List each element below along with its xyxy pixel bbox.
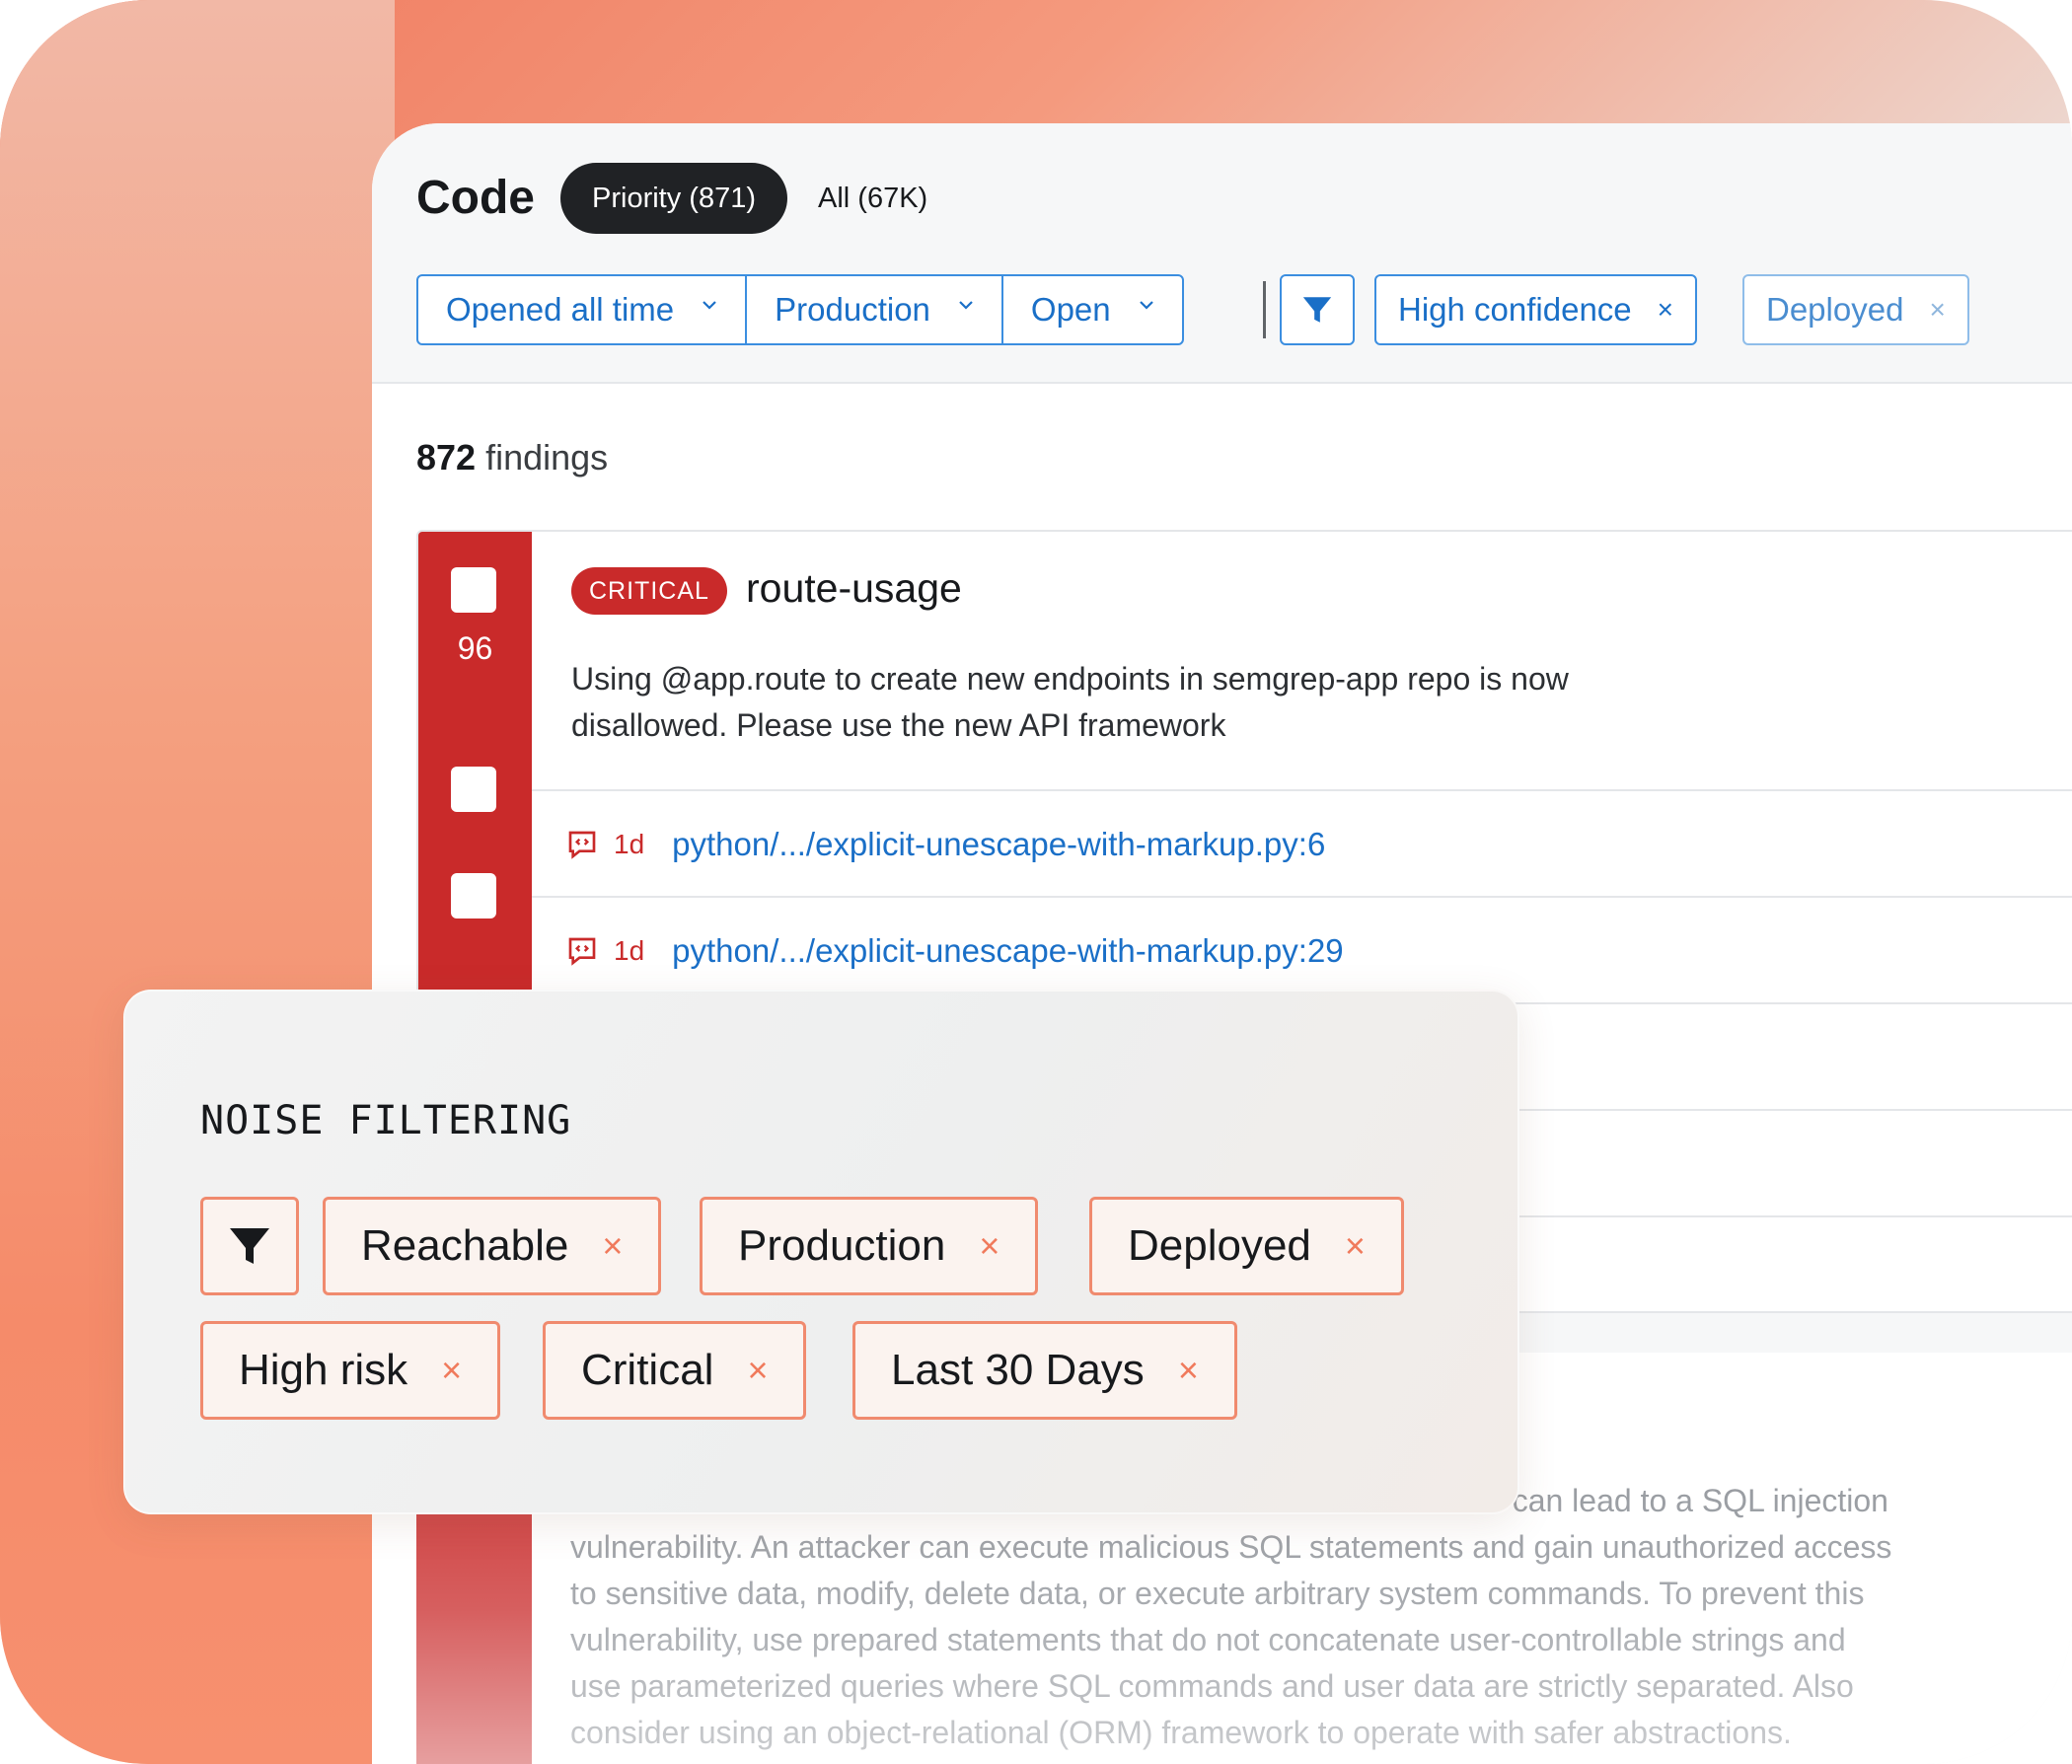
noise-filter-button[interactable] bbox=[200, 1197, 299, 1295]
finding-description: Using @app.route to create new endpoints… bbox=[571, 661, 1569, 743]
close-icon[interactable]: × bbox=[979, 1225, 999, 1267]
filter-icon bbox=[230, 1228, 269, 1264]
location-row[interactable]: 1d python/.../explicit-unescape-with-mar… bbox=[532, 789, 2072, 897]
chip-label: Last 30 Days bbox=[891, 1346, 1145, 1394]
description-line: consider using an object-relational (ORM… bbox=[570, 1715, 1792, 1750]
priority-score: 96 bbox=[457, 630, 493, 666]
description-line: to sensitive data, modify, delete data, … bbox=[570, 1576, 1865, 1611]
status-dropdown[interactable]: Open bbox=[1003, 276, 1182, 343]
chip-label: Reachable bbox=[361, 1221, 569, 1270]
file-path-link[interactable]: python/.../explicit-unescape-with-markup… bbox=[672, 932, 1344, 970]
chip-label: High confidence bbox=[1398, 291, 1632, 328]
filter-chip-high-confidence[interactable]: High confidence × bbox=[1374, 274, 1698, 345]
background-frame: Code Priority (871) All (67K) Opened all… bbox=[0, 0, 2072, 1764]
tab-priority[interactable]: Priority (871) bbox=[560, 163, 787, 234]
chip-label: Production bbox=[738, 1221, 946, 1270]
tab-all[interactable]: All (67K) bbox=[818, 163, 927, 234]
chevron-down-icon bbox=[703, 301, 716, 310]
severity-badge: CRITICAL bbox=[571, 567, 727, 615]
environment-dropdown[interactable]: Production bbox=[747, 276, 1003, 343]
toolbar-divider bbox=[1263, 281, 1266, 338]
chip-label: Deployed bbox=[1766, 291, 1904, 328]
dropdown-label: Open bbox=[1030, 291, 1111, 328]
close-icon[interactable]: × bbox=[1658, 294, 1673, 326]
noise-chip-reachable[interactable]: Reachable × bbox=[323, 1197, 662, 1295]
noise-chip-production[interactable]: Production × bbox=[700, 1197, 1039, 1295]
close-icon[interactable]: × bbox=[1178, 1350, 1199, 1391]
chevron-down-icon bbox=[959, 301, 973, 310]
noise-filtering-card: NOISE FILTERING Reachable × Production ×… bbox=[123, 990, 1519, 1514]
filter-icon bbox=[1302, 297, 1332, 323]
description-line: use parameterized queries where SQL comm… bbox=[570, 1668, 1854, 1704]
code-comment-icon bbox=[568, 831, 596, 859]
noise-chip-last-30-days[interactable]: Last 30 Days × bbox=[852, 1321, 1237, 1420]
dropdown-label: Production bbox=[775, 291, 930, 328]
second-finding-description: ch can lead to a SQL injection vulnerabi… bbox=[570, 1478, 2050, 1756]
location-checkbox[interactable] bbox=[451, 873, 496, 919]
location-row[interactable]: 1d python/.../explicit-unescape-with-mar… bbox=[532, 896, 2072, 1003]
panel-header: Code Priority (871) All (67K) Opened all… bbox=[372, 123, 2072, 384]
noise-chip-critical[interactable]: Critical × bbox=[543, 1321, 807, 1420]
description-line: vulnerability. An attacker can execute m… bbox=[570, 1529, 1892, 1565]
filter-chip-deployed[interactable]: Deployed × bbox=[1742, 274, 1969, 345]
page-title: Code bbox=[416, 172, 535, 224]
noise-filtering-title: NOISE FILTERING bbox=[200, 1098, 572, 1143]
second-severity-bar bbox=[416, 1509, 532, 1764]
finding-age: 1d bbox=[614, 934, 645, 966]
findings-count-number: 872 bbox=[416, 437, 477, 478]
opened-time-dropdown[interactable]: Opened all time bbox=[418, 276, 748, 343]
close-icon[interactable]: × bbox=[747, 1350, 768, 1391]
chip-label: Deployed bbox=[1128, 1221, 1311, 1270]
findings-count-label: findings bbox=[485, 437, 609, 478]
rule-name[interactable]: route-usage bbox=[746, 565, 962, 612]
noise-chip-deployed[interactable]: Deployed × bbox=[1089, 1197, 1404, 1295]
location-checkbox[interactable] bbox=[451, 767, 496, 812]
chip-label: Critical bbox=[581, 1346, 714, 1394]
chevron-down-icon bbox=[1139, 301, 1153, 310]
noise-chip-high-risk[interactable]: High risk × bbox=[200, 1321, 501, 1420]
close-icon[interactable]: × bbox=[602, 1225, 623, 1267]
filter-dropdown-group: Opened all time Production Open bbox=[416, 274, 1184, 345]
finding-age: 1d bbox=[614, 828, 645, 859]
close-icon[interactable]: × bbox=[1345, 1225, 1366, 1267]
code-comment-icon bbox=[568, 937, 596, 966]
close-icon[interactable]: × bbox=[441, 1350, 462, 1391]
findings-count: 872 findings bbox=[416, 437, 608, 478]
description-line: vulnerability, use prepared statements t… bbox=[570, 1622, 1846, 1657]
close-icon[interactable]: × bbox=[1929, 294, 1945, 326]
file-path-link[interactable]: python/.../explicit-unescape-with-markup… bbox=[672, 826, 1325, 863]
dropdown-label: Opened all time bbox=[446, 291, 675, 328]
finding-checkbox[interactable] bbox=[451, 567, 496, 613]
filter-button[interactable] bbox=[1280, 274, 1355, 345]
chip-label: High risk bbox=[239, 1346, 408, 1394]
